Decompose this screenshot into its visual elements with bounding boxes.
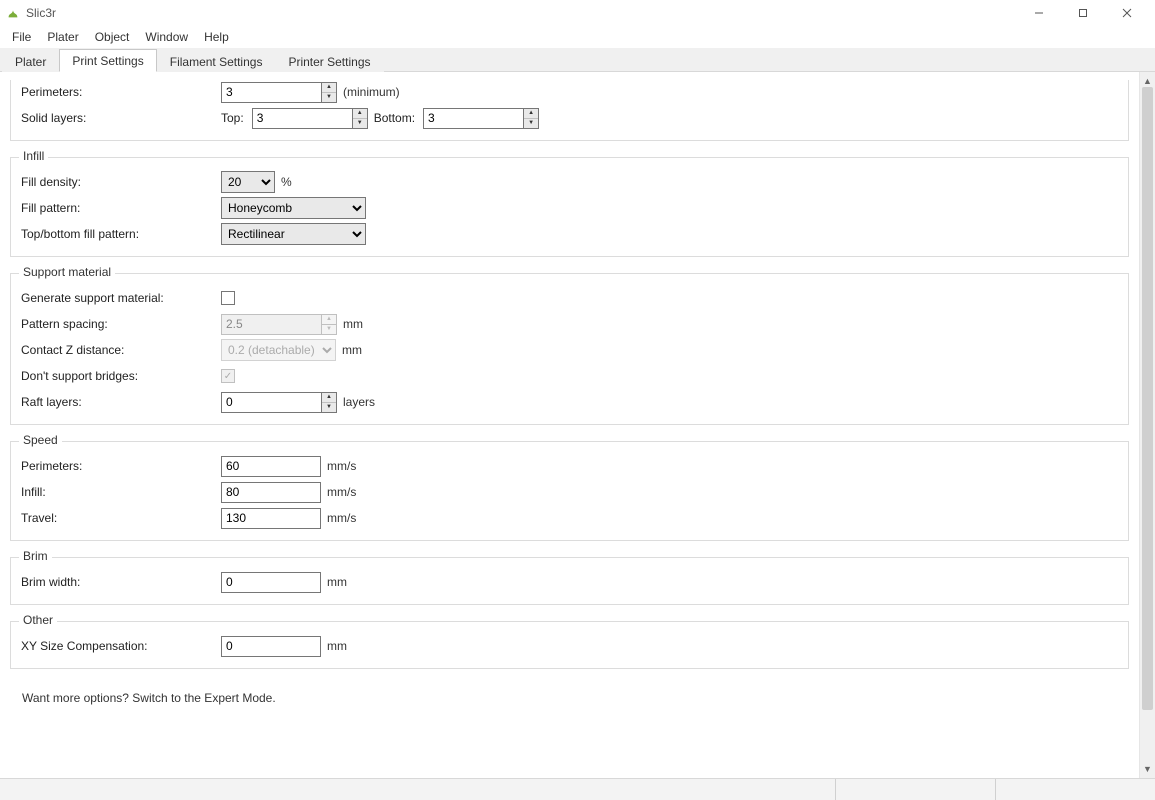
- generate-support-checkbox[interactable]: [221, 291, 235, 305]
- brim-width-unit: mm: [327, 575, 347, 589]
- speed-perimeters-label: Perimeters:: [21, 459, 221, 473]
- section-layers: Perimeters: ▲▼ (minimum) Solid layers: T…: [10, 80, 1129, 141]
- menu-window[interactable]: Window: [137, 28, 196, 46]
- perimeters-spinner[interactable]: ▲▼: [321, 82, 337, 103]
- solid-top-spinner[interactable]: ▲▼: [352, 108, 368, 129]
- dont-support-bridges-checkbox: ✓: [221, 369, 235, 383]
- menu-help[interactable]: Help: [196, 28, 237, 46]
- maximize-button[interactable]: [1061, 0, 1105, 26]
- generate-support-label: Generate support material:: [21, 291, 221, 305]
- solid-layers-label: Solid layers:: [21, 111, 221, 125]
- menubar: File Plater Object Window Help: [0, 26, 1155, 48]
- xy-comp-unit: mm: [327, 639, 347, 653]
- fill-pattern-select[interactable]: Honeycomb: [221, 197, 366, 219]
- speed-infill-unit: mm/s: [327, 485, 356, 499]
- settings-panel: Perimeters: ▲▼ (minimum) Solid layers: T…: [0, 72, 1139, 778]
- status-seg-2: [835, 779, 995, 800]
- contact-z-label: Contact Z distance:: [21, 343, 221, 357]
- perimeters-unit: (minimum): [343, 85, 400, 99]
- speed-travel-unit: mm/s: [327, 511, 356, 525]
- fill-density-select[interactable]: 20: [221, 171, 275, 193]
- xy-comp-input[interactable]: [221, 636, 321, 657]
- fill-density-unit: %: [281, 175, 292, 189]
- raft-layers-spinner[interactable]: ▲▼: [321, 392, 337, 413]
- tab-printer-settings[interactable]: Printer Settings: [275, 50, 383, 72]
- window-controls: [1017, 0, 1149, 26]
- infill-legend: Infill: [19, 149, 48, 163]
- menu-plater[interactable]: Plater: [39, 28, 86, 46]
- close-button[interactable]: [1105, 0, 1149, 26]
- app-icon: [6, 6, 20, 20]
- expert-mode-hint: Want more options? Switch to the Expert …: [10, 685, 1129, 711]
- perimeters-label: Perimeters:: [21, 85, 221, 99]
- scroll-up-icon[interactable]: ▲: [1143, 76, 1152, 87]
- tabbar: Plater Print Settings Filament Settings …: [0, 48, 1155, 72]
- titlebar: Slic3r: [0, 0, 1155, 26]
- pattern-spacing-unit: mm: [343, 317, 363, 331]
- scroll-track[interactable]: [1140, 87, 1155, 764]
- speed-infill-input[interactable]: [221, 482, 321, 503]
- status-seg-3: [995, 779, 1155, 800]
- support-legend: Support material: [19, 265, 115, 279]
- brim-width-label: Brim width:: [21, 575, 221, 589]
- speed-travel-label: Travel:: [21, 511, 221, 525]
- fill-density-label: Fill density:: [21, 175, 221, 189]
- brim-legend: Brim: [19, 549, 52, 563]
- xy-comp-label: XY Size Compensation:: [21, 639, 221, 653]
- brim-width-input[interactable]: [221, 572, 321, 593]
- top-bottom-pattern-label: Top/bottom fill pattern:: [21, 227, 221, 241]
- solid-bottom-input[interactable]: [423, 108, 523, 129]
- section-support: Support material Generate support materi…: [10, 273, 1129, 425]
- scroll-thumb[interactable]: [1142, 87, 1153, 710]
- perimeters-input[interactable]: [221, 82, 321, 103]
- section-speed: Speed Perimeters: mm/s Infill: mm/s Trav…: [10, 441, 1129, 541]
- contact-z-unit: mm: [342, 343, 362, 357]
- section-infill: Infill Fill density: 20 % Fill pattern: …: [10, 157, 1129, 257]
- bottom-label: Bottom:: [374, 111, 415, 125]
- fill-pattern-label: Fill pattern:: [21, 201, 221, 215]
- speed-legend: Speed: [19, 433, 62, 447]
- contact-z-select: 0.2 (detachable): [221, 339, 336, 361]
- top-label: Top:: [221, 111, 244, 125]
- tab-plater[interactable]: Plater: [2, 50, 59, 72]
- solid-top-input[interactable]: [252, 108, 352, 129]
- top-bottom-pattern-select[interactable]: Rectilinear: [221, 223, 366, 245]
- app-title: Slic3r: [26, 6, 56, 20]
- menu-object[interactable]: Object: [87, 28, 138, 46]
- raft-layers-label: Raft layers:: [21, 395, 221, 409]
- speed-travel-input[interactable]: [221, 508, 321, 529]
- scroll-down-icon[interactable]: ▼: [1143, 764, 1152, 778]
- statusbar: [0, 778, 1155, 800]
- pattern-spacing-input: [221, 314, 321, 335]
- speed-infill-label: Infill:: [21, 485, 221, 499]
- section-brim: Brim Brim width: mm: [10, 557, 1129, 605]
- speed-perimeters-input[interactable]: [221, 456, 321, 477]
- tab-print-settings[interactable]: Print Settings: [59, 49, 156, 72]
- menu-file[interactable]: File: [4, 28, 39, 46]
- solid-bottom-spinner[interactable]: ▲▼: [523, 108, 539, 129]
- other-legend: Other: [19, 613, 57, 627]
- raft-layers-input[interactable]: [221, 392, 321, 413]
- section-other: Other XY Size Compensation: mm: [10, 621, 1129, 669]
- minimize-button[interactable]: [1017, 0, 1061, 26]
- pattern-spacing-spinner: ▲▼: [321, 314, 337, 335]
- status-seg-main: [0, 779, 835, 800]
- pattern-spacing-label: Pattern spacing:: [21, 317, 221, 331]
- raft-layers-unit: layers: [343, 395, 375, 409]
- speed-perimeters-unit: mm/s: [327, 459, 356, 473]
- dont-support-bridges-label: Don't support bridges:: [21, 369, 221, 383]
- tab-filament-settings[interactable]: Filament Settings: [157, 50, 276, 72]
- vertical-scrollbar[interactable]: ▲ ▼: [1139, 72, 1155, 778]
